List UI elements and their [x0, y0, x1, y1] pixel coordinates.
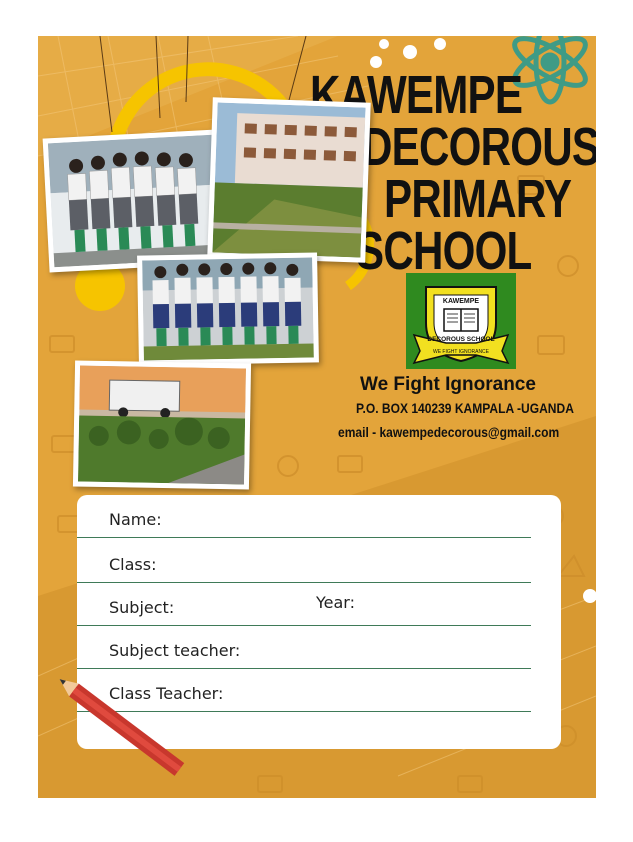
class-field[interactable]: Class:: [77, 552, 531, 583]
school-motto: We Fight Ignorance: [360, 374, 536, 395]
photo-students-lineup: [137, 252, 319, 366]
school-address: P.O. BOX 140239 KAMPALA -UGANDA: [356, 400, 574, 416]
subject-teacher-label: Subject teacher:: [109, 641, 241, 660]
svg-text:DECOROUS SCHOOL: DECOROUS SCHOOL: [427, 336, 494, 343]
school-name-line-2: DECOROUS: [362, 117, 596, 177]
subject-teacher-field[interactable]: Subject teacher:: [77, 638, 531, 669]
school-name-line-3: PRIMARY: [384, 169, 572, 229]
photo-students-group: [42, 129, 224, 273]
class-label: Class:: [109, 555, 157, 574]
svg-text:WE FIGHT IGNORANCE: WE FIGHT IGNORANCE: [433, 349, 490, 355]
svg-text:KAWEMPE: KAWEMPE: [443, 298, 480, 305]
subject-label: Subject:: [109, 598, 175, 617]
school-email: email - kawempedecorous@gmail.com: [338, 424, 560, 440]
photo-school-van-garden: [72, 360, 252, 490]
book-cover: KAWEMPE DECOROUS PRIMARY SCHOOL KAWEMPE …: [38, 36, 596, 798]
year-label: Year:: [316, 593, 355, 612]
name-label: Name:: [109, 510, 162, 529]
school-name-line-4: SCHOOL: [356, 221, 532, 281]
name-field[interactable]: Name:: [77, 507, 531, 538]
photo-school-building: [207, 97, 371, 263]
school-badge: KAWEMPE DECOROUS SCHOOL WE FIGHT IGNORAN…: [406, 273, 516, 369]
subject-field[interactable]: Subject: Year:: [77, 593, 531, 626]
pencil-icon: [59, 679, 185, 776]
